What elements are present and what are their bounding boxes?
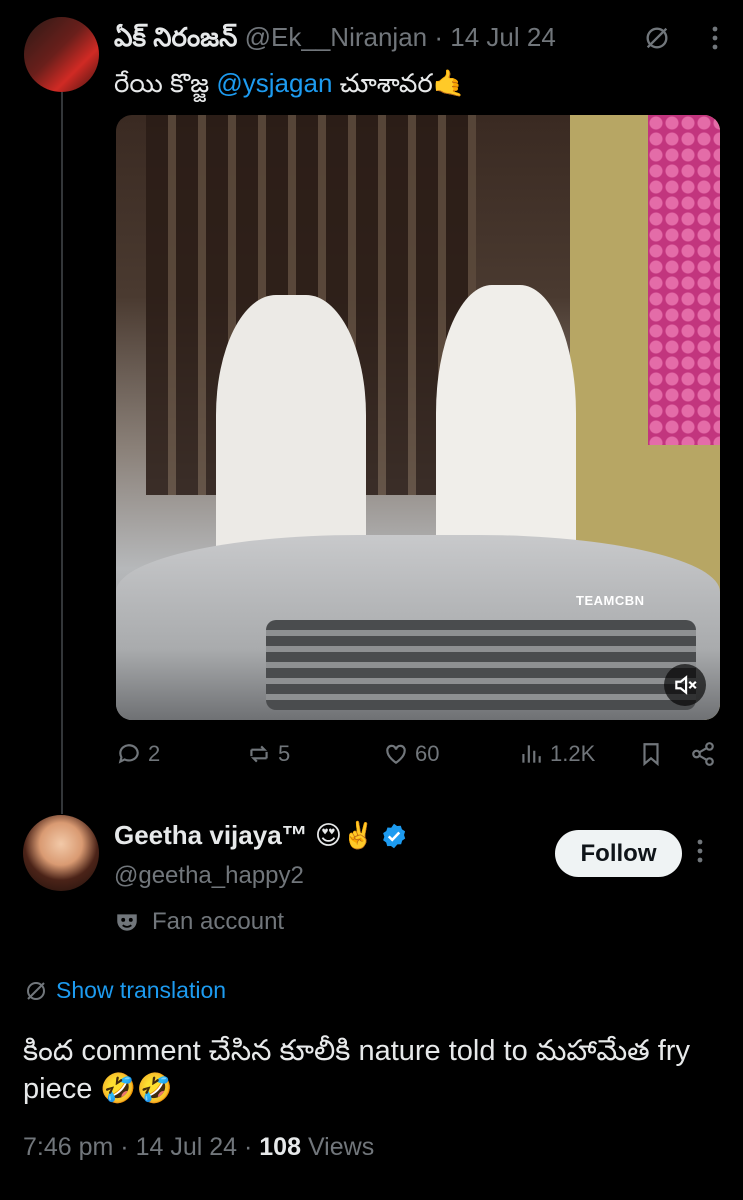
mention-link[interactable]: @ysjagan xyxy=(216,68,332,98)
avatar[interactable] xyxy=(23,815,99,891)
follow-button[interactable]: Follow xyxy=(555,830,682,877)
handle[interactable]: @geetha_happy2 xyxy=(114,862,304,890)
tweet-text-start: రేయి కొజ్జ xyxy=(114,68,217,98)
share-button[interactable] xyxy=(690,741,716,767)
user-info: Geetha vijaya™ 😍✌️ xyxy=(114,820,408,851)
views-chart-icon xyxy=(522,745,541,763)
like-button[interactable]: 60 xyxy=(383,741,439,767)
tweet-meta: 7:46 pm · 14 Jul 24 · 108 Views xyxy=(23,1133,375,1161)
fan-account-label: Fan account xyxy=(114,908,284,936)
mute-button[interactable] xyxy=(664,664,706,706)
views-count: 1.2K xyxy=(550,741,596,766)
grok-icon xyxy=(27,981,45,1000)
avatar[interactable] xyxy=(24,17,99,92)
reply-icon xyxy=(118,744,139,764)
repost-icon xyxy=(250,745,268,763)
show-translation-link[interactable]: Show translation xyxy=(24,977,226,1004)
show-translation-text: Show translation xyxy=(56,977,227,1003)
mask-icon xyxy=(117,914,137,931)
tweet-time[interactable]: 7:46 pm xyxy=(23,1133,113,1161)
like-count: 60 xyxy=(415,741,440,766)
fan-account-text: Fan account xyxy=(152,908,285,935)
separator: · xyxy=(434,22,444,52)
video-car-grill xyxy=(266,620,696,710)
user-name-row: Geetha vijaya™ 😍✌️ xyxy=(114,820,408,851)
verified-badge-icon xyxy=(383,823,406,848)
tweet-text-end: చూశావర🤙 xyxy=(332,68,466,98)
reply-text: కింద comment చేసిన కూలీకి nature told to… xyxy=(23,1035,690,1105)
bookmark-icon xyxy=(643,743,659,767)
more-icon[interactable] xyxy=(696,838,704,869)
video-flowers xyxy=(648,115,720,445)
speaker-muted-icon xyxy=(675,675,697,695)
header-icons xyxy=(643,24,719,59)
handle[interactable]: @Ek__Niranjan xyxy=(245,22,427,52)
views-label: Views xyxy=(307,1133,375,1161)
thread-line xyxy=(61,92,63,814)
display-name[interactable]: Geetha vijaya™ 😍✌️ xyxy=(114,820,374,851)
more-icon[interactable] xyxy=(711,25,719,58)
views-button[interactable]: 1.2K xyxy=(518,741,595,767)
video-player[interactable]: TEAMCBN xyxy=(116,115,720,720)
date[interactable]: 14 Jul 24 xyxy=(450,22,556,52)
share-icon xyxy=(692,742,714,766)
heart-icon xyxy=(386,744,406,764)
reply-button[interactable]: 2 xyxy=(116,741,160,767)
reply-count: 2 xyxy=(148,741,161,766)
views-number: 108 xyxy=(259,1133,301,1161)
grok-icon[interactable] xyxy=(643,24,671,59)
tweet-header: ఏక్ నిరంజన్ @Ek__Niranjan · 14 Jul 24 xyxy=(114,22,556,59)
bookmark-button[interactable] xyxy=(638,741,664,767)
repost-count: 5 xyxy=(278,741,291,766)
tweet-actions: 2 5 60 1.2K xyxy=(116,741,720,777)
repost-button[interactable]: 5 xyxy=(246,741,290,767)
video-watermark: TEAMCBN xyxy=(576,593,645,608)
display-name[interactable]: ఏక్ నిరంజన్ xyxy=(114,22,237,52)
tweet-text: రేయి కొజ్జ @ysjagan చూశావర🤙 xyxy=(114,68,465,105)
tweet-date[interactable]: 14 Jul 24 xyxy=(136,1133,237,1161)
